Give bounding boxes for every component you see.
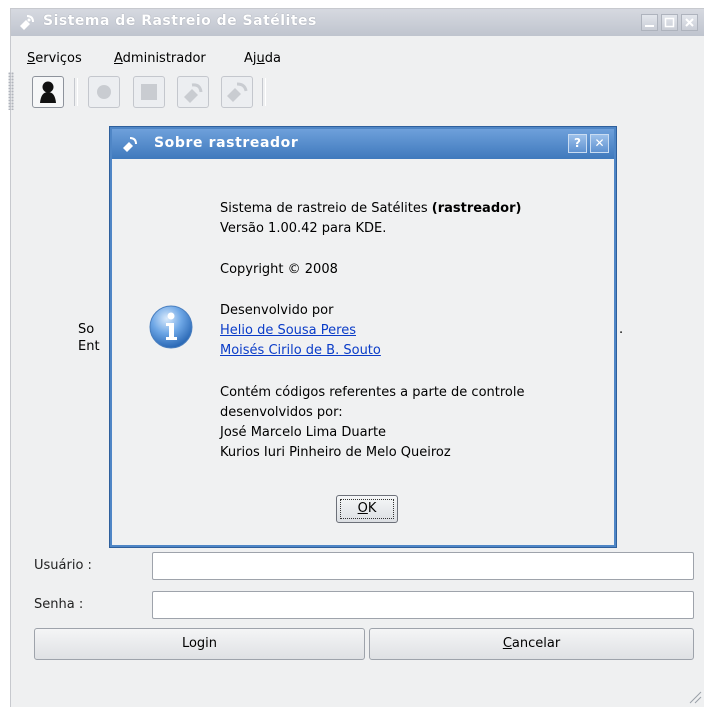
background-text: . (619, 322, 624, 337)
ok-button-label: OK (340, 499, 394, 519)
satellite-icon (184, 83, 203, 103)
menu-servicos[interactable]: Serviços (27, 51, 82, 66)
author-link[interactable]: Helio de Sousa Peres (220, 323, 356, 338)
contains-text: Contém códigos referentes a parte de con… (220, 385, 525, 400)
app-name-line: Sistema de rastreio de Satélites (rastre… (220, 201, 522, 216)
user-input[interactable] (152, 552, 694, 580)
close-button[interactable] (681, 14, 698, 31)
dialog-title: Sobre rastreador (154, 135, 299, 151)
dialog-close-button[interactable]: ✕ (590, 134, 609, 153)
menu-ajuda[interactable]: Ajuda (244, 51, 281, 66)
window-title: Sistema de Rastreio de Satélites (43, 13, 317, 29)
minimize-button[interactable] (641, 14, 658, 31)
satellite-dish-icon (123, 137, 137, 152)
copyright-text: Copyright © 2008 (220, 262, 338, 277)
contains-text: desenvolvidos por: (220, 405, 343, 420)
contributor-name: José Marcelo Lima Duarte (220, 425, 387, 440)
help-button[interactable]: ? (568, 134, 587, 153)
cancel-button[interactable]: Cancelar (369, 628, 694, 660)
toolbar-record-button[interactable] (88, 76, 120, 108)
user-label: Usuário : (34, 558, 92, 573)
developed-by-label: Desenvolvido por (220, 303, 334, 318)
resize-grip-icon[interactable] (688, 690, 702, 704)
login-button[interactable]: Login (34, 628, 365, 660)
toolbar-separator (74, 78, 78, 106)
dialog-titlebar[interactable]: Sobre rastreador ? ✕ (112, 129, 614, 159)
toolbar-stop-button[interactable] (133, 76, 165, 108)
maximize-button[interactable] (661, 14, 678, 31)
satellite-dish-icon (227, 82, 248, 102)
version-text: Versão 1.00.42 para KDE. (220, 221, 387, 236)
maximize-icon (664, 17, 675, 28)
toolbar-satellite-button[interactable] (177, 76, 209, 108)
password-input[interactable] (152, 591, 694, 619)
background-text: So (78, 322, 95, 337)
minimize-icon (645, 25, 654, 27)
menu-administrador[interactable]: Administrador (114, 51, 206, 66)
stop-icon (141, 84, 157, 100)
author-link[interactable]: Moisés Cirilo de B. Souto (220, 343, 381, 358)
close-icon (685, 18, 694, 27)
ok-button[interactable]: OK (336, 495, 398, 523)
password-label: Senha : (34, 597, 84, 612)
record-icon (97, 85, 111, 99)
background-text: Ent (78, 339, 100, 354)
toolbar-dish-button[interactable] (221, 76, 253, 108)
satellite-dish-icon (20, 15, 34, 30)
info-icon (149, 305, 193, 349)
user-icon (40, 81, 56, 103)
toolbar-user-button[interactable] (32, 76, 64, 108)
about-dialog: Sobre rastreador ? ✕ Sistema de rastreio… (110, 127, 616, 547)
toolbar-grip[interactable] (8, 72, 14, 110)
toolbar-separator (262, 78, 266, 106)
contributor-name: Kurios Iuri Pinheiro de Melo Queiroz (220, 445, 451, 460)
window-titlebar[interactable]: Sistema de Rastreio de Satélites (11, 9, 704, 36)
